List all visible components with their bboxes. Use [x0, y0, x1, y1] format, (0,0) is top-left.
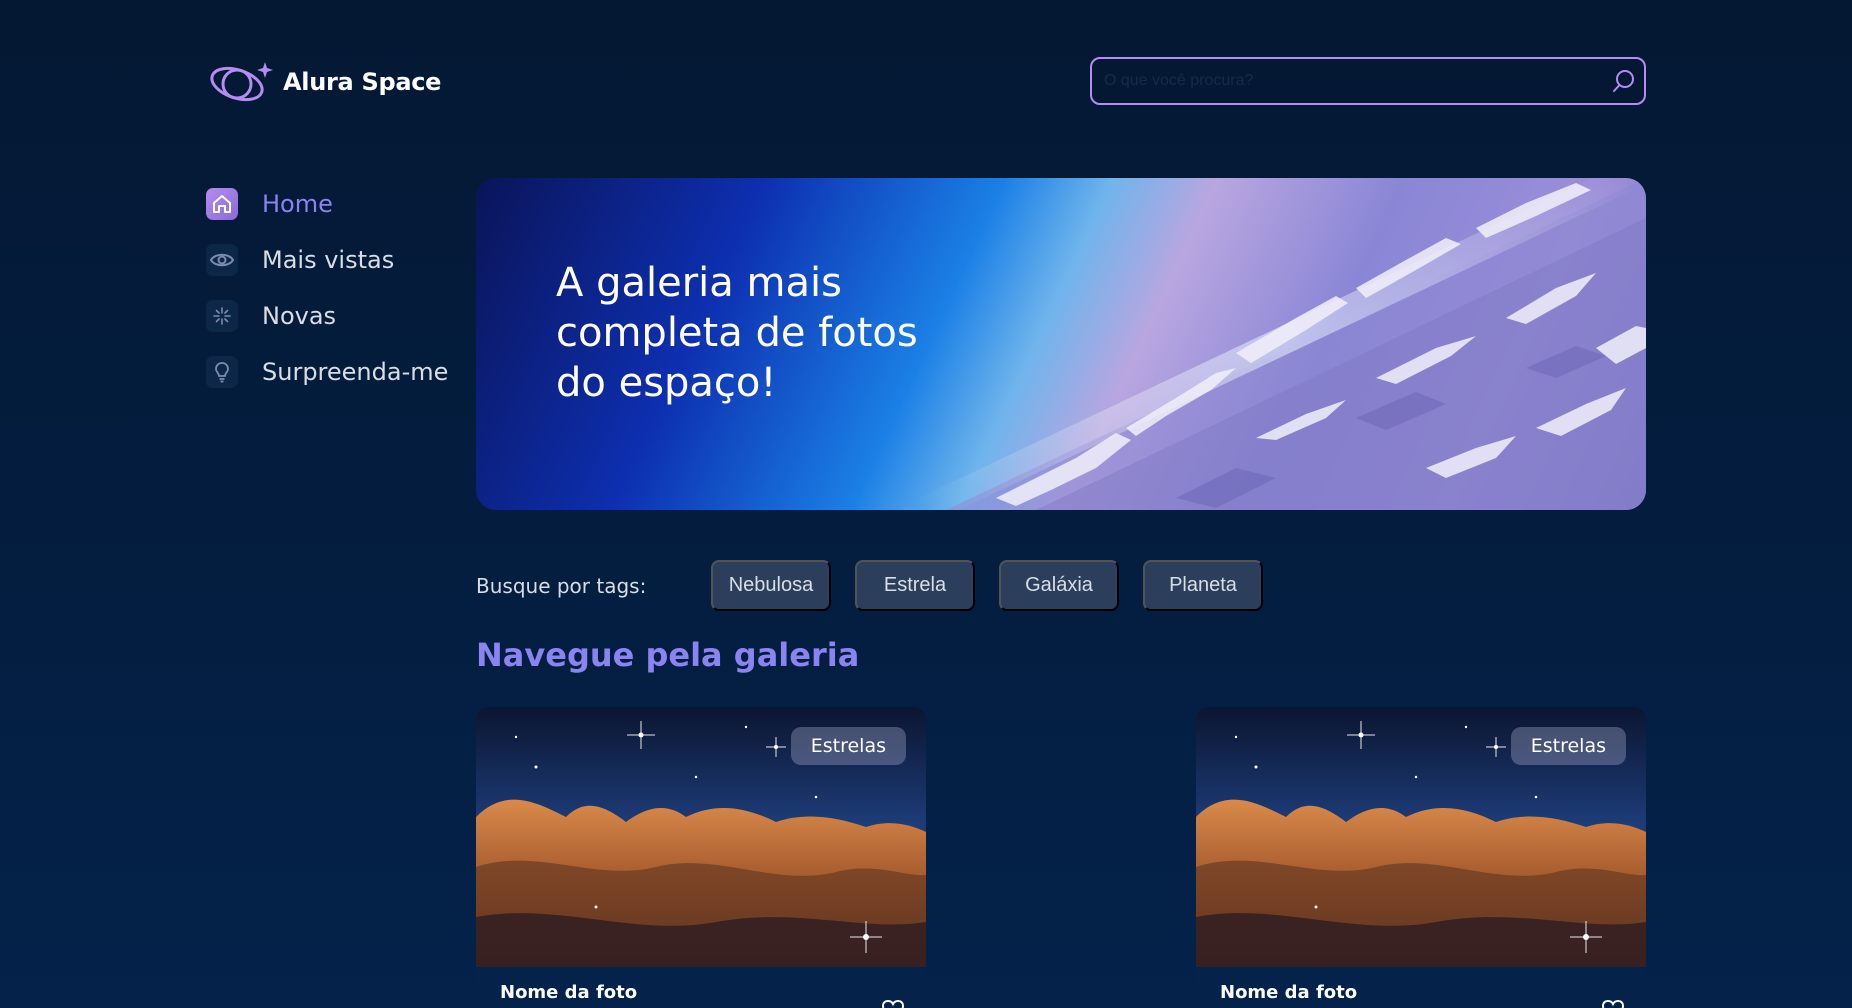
sidebar-item-label: Novas	[262, 302, 337, 330]
search-box	[1090, 57, 1646, 105]
tag-estrela[interactable]: Estrela	[855, 560, 975, 611]
hero-banner: A galeria mais completa de fotos do espa…	[476, 178, 1646, 510]
planet-logo-icon	[210, 62, 273, 102]
gallery-card[interactable]: Estrelas Nome da foto	[476, 707, 926, 1008]
sidebar-item-surpreenda-me[interactable]: Surpreenda-me	[206, 344, 466, 400]
search-input[interactable]	[1092, 59, 1644, 103]
card-badge[interactable]: Estrelas	[790, 727, 906, 765]
sidebar: Home Mais vistas Novas Surpreenda-me	[206, 176, 466, 400]
lightbulb-icon	[206, 356, 238, 388]
sidebar-item-mais-vistas[interactable]: Mais vistas	[206, 232, 466, 288]
sidebar-item-home[interactable]: Home	[206, 176, 466, 232]
logo-text: Alura Space	[283, 68, 442, 96]
card-title: Nome da foto	[500, 982, 638, 1003]
search-icon[interactable]	[1612, 69, 1636, 93]
logo[interactable]: Alura Space	[207, 58, 441, 106]
tag-planeta[interactable]: Planeta	[1143, 560, 1263, 611]
heart-icon[interactable]	[1602, 1000, 1624, 1008]
eye-icon	[206, 244, 238, 276]
page: Alura Space Home Mais vistas Novas	[0, 0, 1852, 1008]
gallery-title: Navegue pela galeria	[476, 636, 860, 674]
sidebar-item-label: Mais vistas	[262, 246, 395, 274]
banner-title: A galeria mais completa de fotos do espa…	[556, 260, 918, 406]
heart-icon[interactable]	[882, 1000, 904, 1008]
card-badge[interactable]: Estrelas	[1510, 727, 1626, 765]
sidebar-item-label: Home	[262, 190, 333, 218]
tag-nebulosa[interactable]: Nebulosa	[711, 560, 831, 611]
card-title: Nome da foto	[1220, 982, 1358, 1003]
sidebar-item-novas[interactable]: Novas	[206, 288, 466, 344]
gallery-card[interactable]: Estrelas Nome da foto	[1196, 707, 1646, 1008]
tags-label: Busque por tags:	[476, 573, 647, 598]
tag-filter: Busque por tags: Nebulosa Estrela Galáxi…	[476, 560, 1287, 611]
sparkle-icon	[206, 300, 238, 332]
tag-galaxia[interactable]: Galáxia	[999, 560, 1119, 611]
home-icon	[206, 188, 238, 220]
sidebar-item-label: Surpreenda-me	[262, 358, 449, 386]
